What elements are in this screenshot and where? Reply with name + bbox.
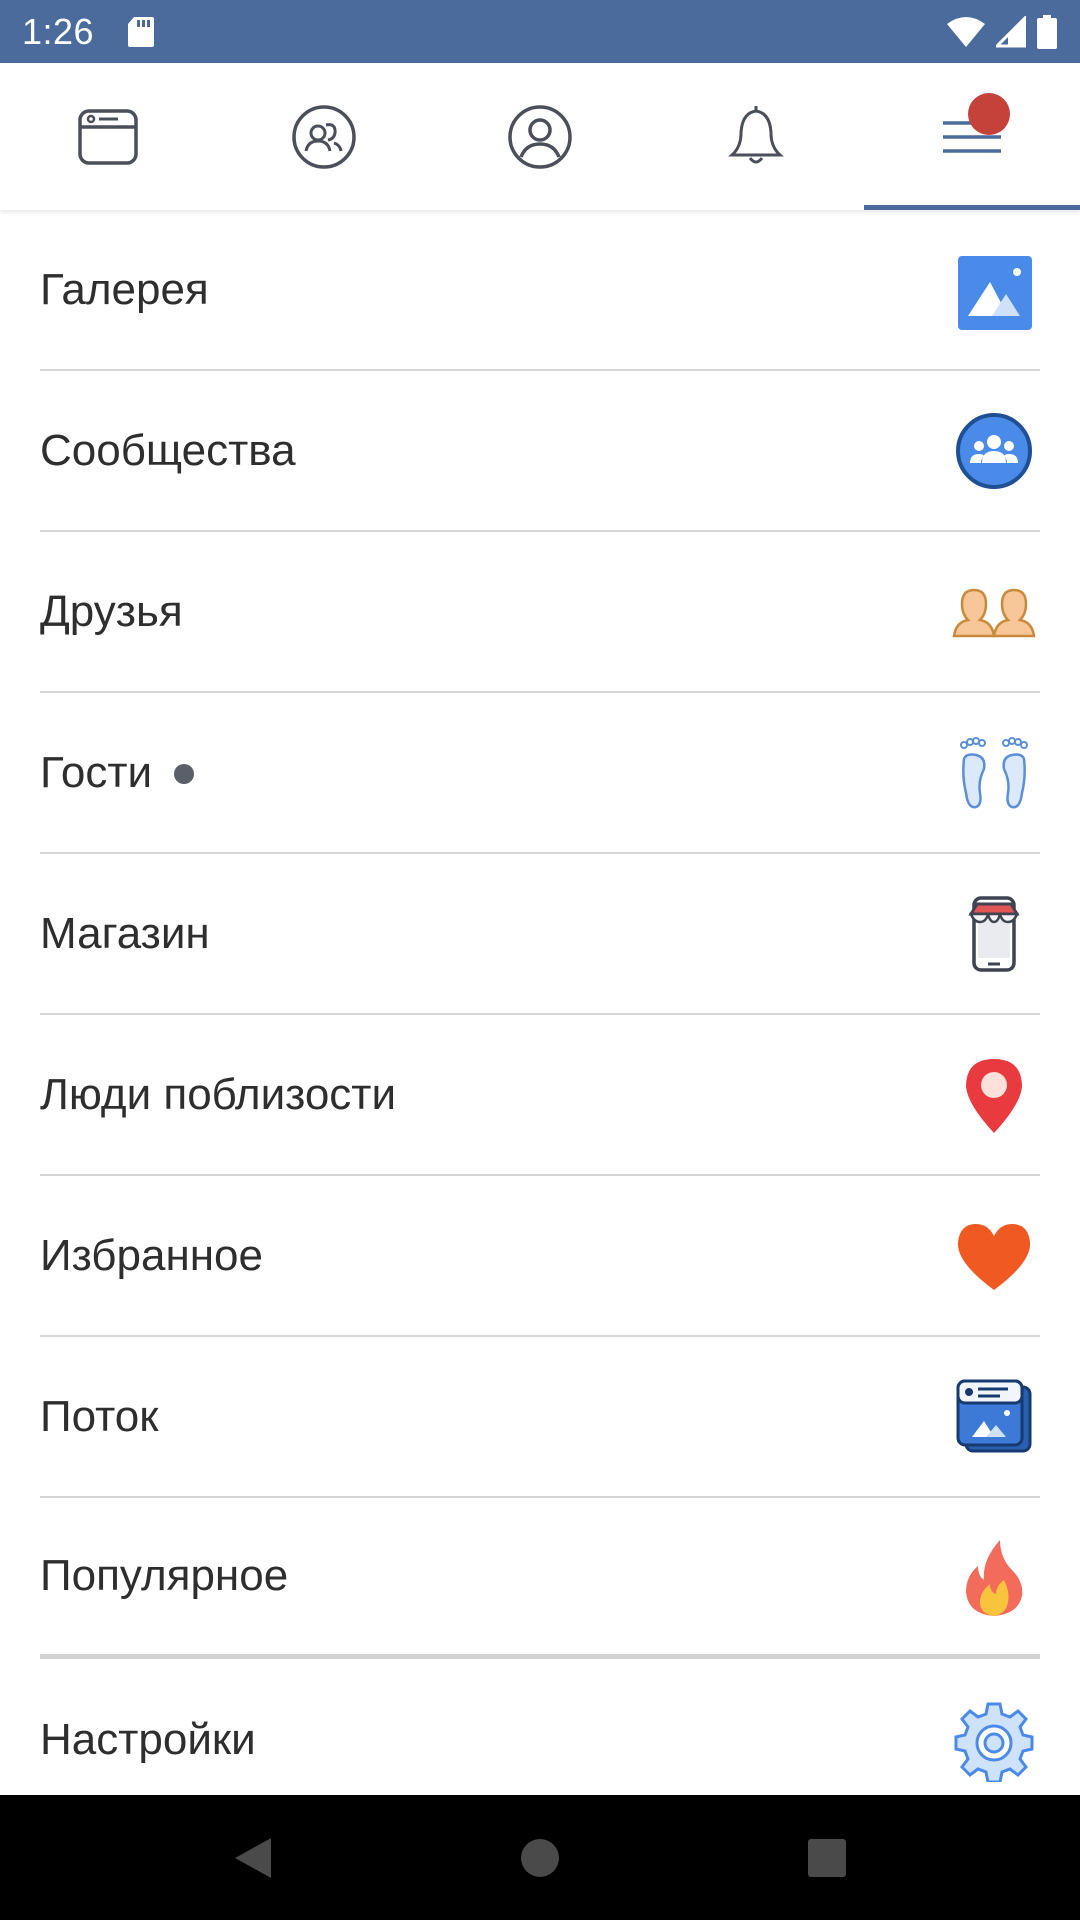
menu-item-label: Гости (40, 747, 153, 797)
guests-indicator-dot (174, 763, 195, 784)
menu-notification-dot (968, 93, 1010, 135)
home-circle-icon (520, 1838, 559, 1877)
profile-icon (508, 104, 572, 169)
menu-item-favorites[interactable]: Избранное (40, 1176, 1040, 1337)
heart-icon (952, 1214, 1036, 1298)
menu-item-popular[interactable]: Популярное (40, 1498, 1040, 1659)
bell-icon (728, 105, 784, 163)
feed-icon (78, 108, 138, 165)
menu-item-label: Магазин (40, 908, 210, 958)
recents-square-icon (807, 1838, 846, 1877)
menu-item-communities[interactable]: Сообщества (40, 371, 1040, 532)
menu-item-friends[interactable]: Друзья (40, 532, 1040, 693)
menu-item-label: Люди поблизости (40, 1069, 397, 1119)
menu-item-label: Популярное (40, 1551, 289, 1600)
menu-item-stream[interactable]: Поток (40, 1337, 1040, 1498)
menu-item-label: Избранное (40, 1230, 263, 1280)
back-triangle-icon (235, 1837, 272, 1878)
fire-icon (952, 1534, 1036, 1618)
location-pin-icon (952, 1053, 1036, 1137)
gallery-icon (952, 248, 1036, 332)
menu-item-guests[interactable]: Гости (40, 693, 1040, 854)
friends-circle-icon (292, 104, 356, 169)
wifi-icon (947, 16, 985, 47)
menu-item-label: Сообщества (40, 425, 296, 475)
menu-item-shop[interactable]: Магазин (40, 854, 1040, 1015)
signal-icon (996, 15, 1026, 47)
menu-item-label: Настройки (40, 1714, 256, 1764)
settings-gear-icon (952, 1698, 1036, 1782)
tab-menu[interactable] (864, 63, 1080, 210)
footprints-icon (952, 731, 1036, 815)
tab-friends[interactable] (216, 63, 432, 210)
menu-item-gallery[interactable]: Галерея (40, 210, 1040, 371)
status-bar: 1:26 (0, 0, 1080, 63)
friends-icon (952, 570, 1036, 654)
communities-icon (952, 409, 1036, 493)
shop-icon (952, 892, 1036, 976)
tab-notifications[interactable] (648, 63, 864, 210)
menu-item-label: Галерея (40, 264, 209, 314)
menu-item-label: Поток (40, 1391, 159, 1441)
menu-item-label: Друзья (40, 586, 183, 636)
stream-icon (952, 1375, 1036, 1459)
sd-card-icon (128, 16, 155, 47)
menu-item-people-nearby[interactable]: Люди поблизости (40, 1015, 1040, 1176)
top-tab-bar (0, 63, 1080, 210)
battery-icon (1037, 14, 1057, 49)
tab-feed[interactable] (0, 63, 216, 210)
status-time: 1:26 (22, 10, 95, 52)
status-icons (946, 14, 1058, 49)
tab-profile[interactable] (432, 63, 648, 210)
nav-home-button[interactable] (500, 1818, 580, 1898)
nav-recents-button[interactable] (787, 1818, 867, 1898)
menu-list: Галерея Сообщества Друзья Гости Магазин … (0, 210, 1080, 1820)
nav-back-button[interactable] (213, 1818, 293, 1898)
system-nav-bar (0, 1795, 1080, 1920)
